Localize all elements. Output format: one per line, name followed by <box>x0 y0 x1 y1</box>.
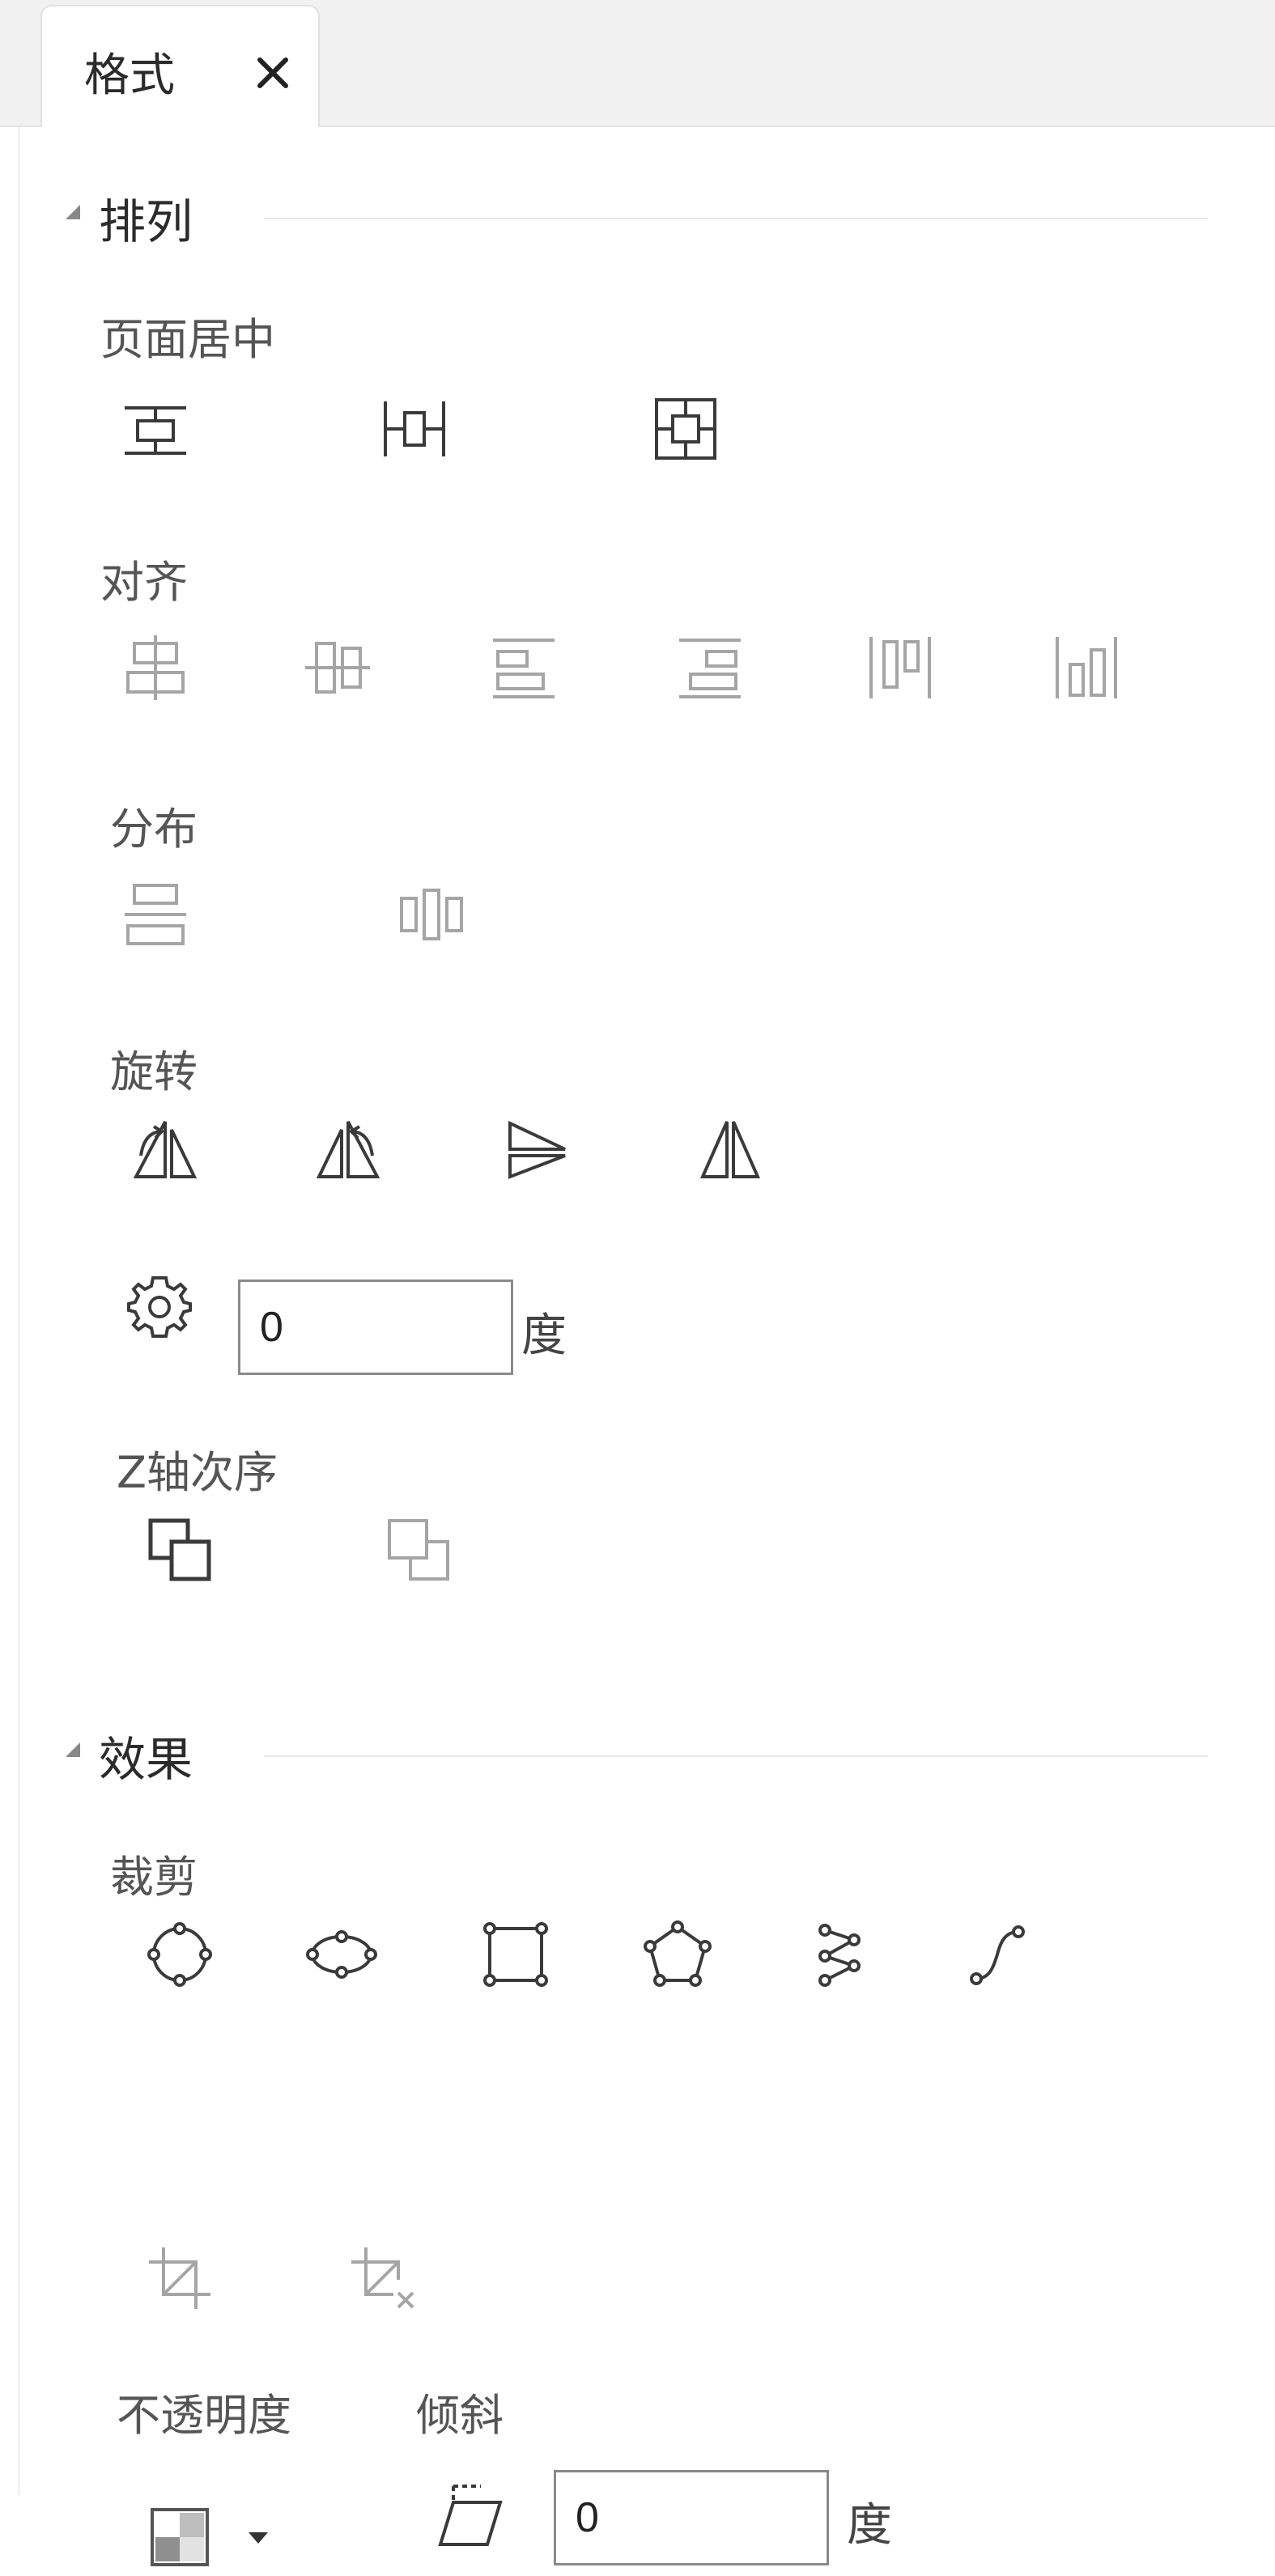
center-vertical-button[interactable] <box>376 390 453 468</box>
bring-to-front-button[interactable] <box>141 1511 219 1589</box>
skew-button[interactable] <box>432 2478 510 2556</box>
crop-ellipse-icon <box>306 1930 377 1979</box>
send-to-back-icon <box>388 1519 449 1581</box>
page-center-label: 页面居中 <box>100 314 275 365</box>
align-bottom-button[interactable] <box>1048 629 1125 707</box>
tab-format[interactable]: 格式 <box>40 5 320 127</box>
section-divider <box>264 218 1208 219</box>
opacity-dropdown[interactable] <box>234 2498 283 2576</box>
rotate-label: 旋转 <box>110 1046 198 1097</box>
align-top-button[interactable] <box>861 629 939 707</box>
align-center-vertical-button[interactable] <box>299 629 376 707</box>
crop-pentagon-button[interactable] <box>639 1916 716 1993</box>
align-top-icon <box>869 637 931 698</box>
distribute-vertical-icon <box>125 884 186 945</box>
align-center-vertical-icon <box>305 642 370 694</box>
collapse-triangle-icon[interactable] <box>64 1741 82 1759</box>
skew-unit-label: 度 <box>847 2499 892 2552</box>
center-horizontal-icon <box>125 406 186 455</box>
align-left-button[interactable] <box>485 629 563 707</box>
crop-label: 裁剪 <box>110 1852 198 1903</box>
skew-input[interactable]: 0 <box>554 2470 829 2565</box>
align-center-horizontal-button[interactable] <box>117 629 194 707</box>
flip-vertical-icon <box>508 1120 566 1179</box>
flip-horizontal-icon <box>699 1121 761 1178</box>
align-bottom-icon <box>1056 637 1117 698</box>
center-page-button[interactable] <box>647 390 725 468</box>
z-order-label: Z轴次序 <box>117 1447 278 1498</box>
flip-vertical-button[interactable] <box>497 1110 575 1188</box>
section-effects-header[interactable]: 效果 <box>19 1721 1234 1787</box>
clear-crop-icon <box>351 2247 414 2309</box>
opacity-button[interactable] <box>141 2498 219 2576</box>
rotate-settings-button[interactable] <box>121 1267 198 1344</box>
section-divider <box>264 1755 1208 1757</box>
crop-pentagon-icon <box>644 1920 712 1987</box>
crop-polyline-icon <box>818 1924 861 1987</box>
collapse-triangle-icon[interactable] <box>64 203 82 221</box>
rotate-right-button[interactable] <box>311 1110 389 1188</box>
align-label: 对齐 <box>100 557 188 608</box>
clear-crop-button[interactable] <box>343 2239 421 2317</box>
crop-circle-button[interactable] <box>141 1916 219 1993</box>
distribute-vertical-button[interactable] <box>117 876 194 953</box>
distribute-horizontal-icon <box>400 889 463 940</box>
rotate-angle-input[interactable]: 0 <box>238 1280 513 1375</box>
crop-curve-icon <box>970 1925 1025 1985</box>
crop-curve-button[interactable] <box>958 1916 1036 1993</box>
rotate-right-icon <box>316 1121 380 1178</box>
skew-label: 倾斜 <box>416 2390 504 2441</box>
rotate-settings-icon <box>127 1276 192 1338</box>
crop-rectangle-icon <box>483 1922 548 1987</box>
center-vertical-icon <box>384 401 445 456</box>
flip-horizontal-button[interactable] <box>691 1110 769 1188</box>
skew-icon <box>438 2485 503 2546</box>
crop-circle-icon <box>147 1922 212 1987</box>
align-right-icon <box>679 639 741 698</box>
bring-to-front-icon <box>148 1518 211 1581</box>
section-title: 效果 <box>99 1732 193 1787</box>
align-right-button[interactable] <box>671 629 749 707</box>
dropdown-arrow-icon <box>249 2532 268 2544</box>
section-arrange-header[interactable]: 排列 <box>19 184 1234 249</box>
center-horizontal-button[interactable] <box>117 390 194 468</box>
rotate-unit-label: 度 <box>521 1309 567 1362</box>
opacity-label: 不透明度 <box>117 2390 291 2441</box>
tab-bar: 格式 <box>0 0 1275 127</box>
crop-icon <box>149 2247 210 2309</box>
tab-label: 格式 <box>84 49 175 102</box>
rotate-left-button[interactable] <box>125 1110 202 1188</box>
crop-ellipse-button[interactable] <box>303 1916 380 1993</box>
align-left-icon <box>493 639 555 698</box>
distribute-horizontal-button[interactable] <box>392 876 470 953</box>
format-panel: 排列 页面居中 对齐 分布 旋转 0 度 Z轴次序 效果 裁剪 不透明度 倾斜 … <box>18 127 1275 2566</box>
crop-rectangle-button[interactable] <box>477 1916 555 1993</box>
crop-polyline-button[interactable] <box>801 1916 878 1993</box>
crop-button[interactable] <box>141 2239 219 2317</box>
section-title: 排列 <box>99 194 193 249</box>
rotate-left-icon <box>133 1121 198 1178</box>
center-page-icon <box>655 398 716 460</box>
align-center-horizontal-icon <box>126 635 185 700</box>
close-icon[interactable] <box>249 49 297 97</box>
distribute-label: 分布 <box>110 804 198 855</box>
send-to-back-button[interactable] <box>380 1511 457 1589</box>
opacity-icon <box>151 2508 209 2566</box>
